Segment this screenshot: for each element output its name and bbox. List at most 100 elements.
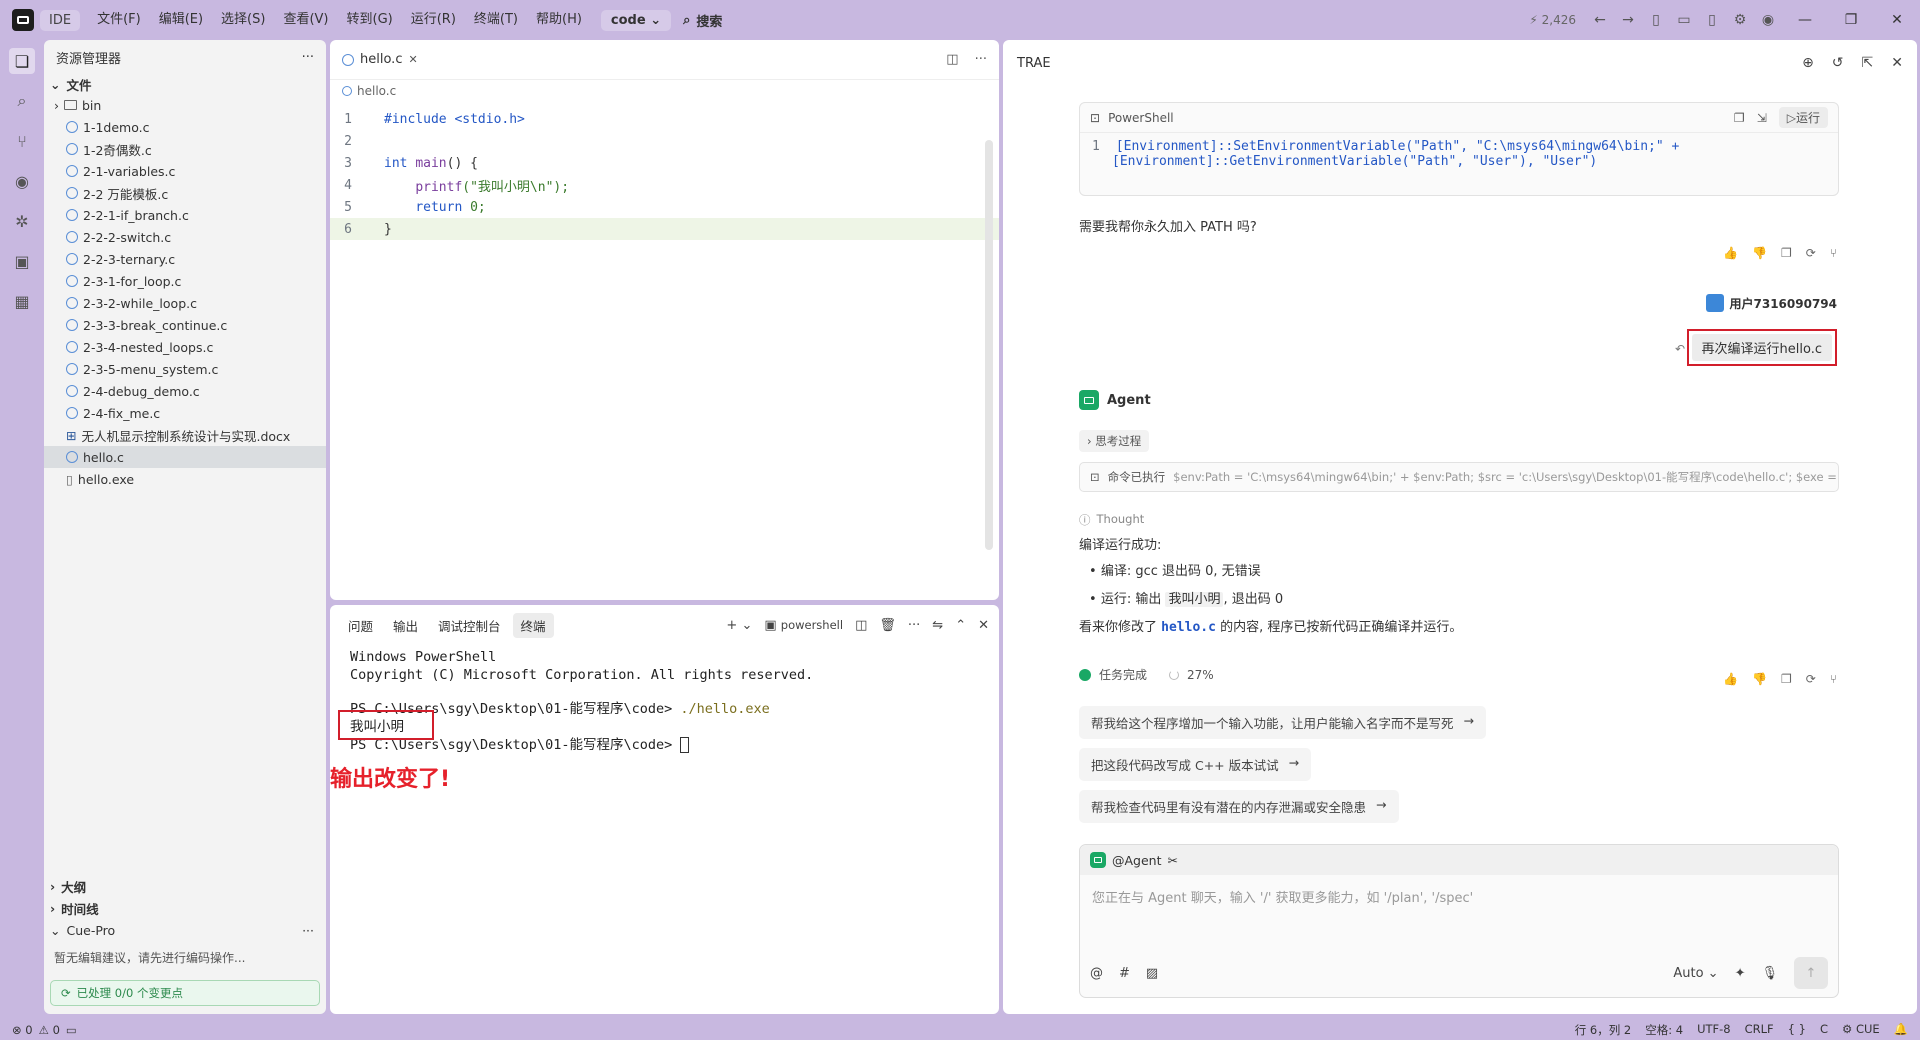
outline-section[interactable]: › 大纲: [44, 875, 326, 897]
source-control-icon[interactable]: ⑂: [9, 128, 35, 154]
cue-pro-section[interactable]: ⌄ Cue-Pro ···: [44, 919, 326, 941]
user-message[interactable]: 再次编译运行hello.c: [1691, 334, 1832, 361]
code-line[interactable]: 6}: [330, 218, 999, 240]
project-dropdown[interactable]: code ⌄: [600, 9, 672, 31]
terminal-tab-0[interactable]: 问题: [340, 613, 381, 638]
toggle-right-panel-icon[interactable]: ▯: [1698, 12, 1726, 28]
toggle-panel-icon[interactable]: ▭: [1670, 12, 1698, 28]
global-search[interactable]: ⌕ 搜索: [683, 11, 722, 30]
timeline-section[interactable]: › 时间线: [44, 897, 326, 919]
tree-item[interactable]: 2-1-variables.c: [44, 160, 326, 182]
tree-item[interactable]: 2-2-1-if_branch.c: [44, 204, 326, 226]
split-editor-icon[interactable]: ◫: [946, 52, 958, 67]
errors-indicator[interactable]: ⊗ 0: [12, 1023, 33, 1037]
send-button[interactable]: ↑: [1794, 957, 1828, 989]
suggestion-3[interactable]: 帮我检查代码里有没有潜在的内存泄漏或安全隐患 →: [1079, 790, 1399, 823]
menu-item-5[interactable]: 运行(R): [402, 0, 465, 40]
mention-icon[interactable]: @: [1090, 966, 1103, 981]
hash-icon[interactable]: #: [1119, 966, 1130, 981]
close-icon[interactable]: ✕: [1891, 55, 1903, 71]
regenerate-icon[interactable]: ⟳: [1806, 672, 1816, 686]
close-window-button[interactable]: ✕: [1874, 12, 1920, 28]
terminal-tab-2[interactable]: 调试控制台: [430, 613, 509, 638]
code-line[interactable]: 3 int main() {: [330, 152, 999, 174]
thumbs-down-icon[interactable]: 👎: [1752, 672, 1767, 686]
thumbs-up-icon[interactable]: 👍: [1723, 672, 1738, 686]
copy-icon[interactable]: ❐: [1734, 111, 1745, 125]
search-view-icon[interactable]: ⌕: [9, 88, 35, 114]
nav-forward-icon[interactable]: →: [1614, 12, 1642, 28]
breadcrumb[interactable]: hello.c: [330, 80, 999, 102]
editor-scrollbar[interactable]: [985, 140, 993, 550]
tree-item[interactable]: ▯ hello.exe: [44, 468, 326, 490]
close-panel-icon[interactable]: ✕: [978, 618, 989, 633]
more-actions-icon[interactable]: ···: [302, 50, 314, 65]
menu-item-3[interactable]: 查看(V): [274, 0, 337, 40]
mic-icon[interactable]: 🎙: [1761, 966, 1778, 981]
cursor-position[interactable]: 行 6，列 2: [1575, 1022, 1631, 1038]
indentation[interactable]: 空格: 4: [1645, 1022, 1683, 1038]
code-line[interactable]: 2: [330, 130, 999, 152]
tree-item[interactable]: › bin: [44, 94, 326, 116]
run-button[interactable]: ▷运行: [1778, 107, 1828, 128]
history-icon[interactable]: ↺: [1832, 55, 1844, 71]
tree-item[interactable]: 1-2奇偶数.c: [44, 138, 326, 160]
extensions-icon[interactable]: ▦: [9, 288, 35, 314]
more-actions-icon[interactable]: ···: [302, 923, 314, 938]
menu-item-1[interactable]: 编辑(E): [150, 0, 212, 40]
tree-item[interactable]: 1-1demo.c: [44, 116, 326, 138]
notifications-icon[interactable]: 🔔: [1894, 1022, 1908, 1038]
remote-icon[interactable]: ▣: [9, 248, 35, 274]
chat-input-placeholder[interactable]: 您正在与 Agent 聊天，输入 '/' 获取更多能力，如 '/plan', '…: [1080, 875, 1838, 918]
more-actions-icon[interactable]: ···: [908, 618, 920, 633]
tree-item[interactable]: 2-3-4-nested_loops.c: [44, 336, 326, 358]
tree-item[interactable]: 2-3-3-break_continue.c: [44, 314, 326, 336]
code-area[interactable]: 1 #include <stdio.h> 2 3 int main() {4 print…: [330, 102, 999, 240]
tree-item[interactable]: 2-2-3-ternary.c: [44, 248, 326, 270]
minimize-button[interactable]: —: [1782, 12, 1828, 28]
thumbs-up-icon[interactable]: 👍: [1723, 246, 1738, 260]
split-terminal-icon[interactable]: ◫: [855, 618, 867, 633]
restore-button[interactable]: ❐: [1828, 12, 1874, 28]
tree-item[interactable]: 2-4-fix_me.c: [44, 402, 326, 424]
encoding[interactable]: UTF-8: [1697, 1022, 1731, 1038]
ide-label[interactable]: IDE: [40, 9, 81, 31]
branch-icon[interactable]: ⑂: [1830, 246, 1837, 260]
settings-gear-icon[interactable]: ⚙: [1726, 12, 1754, 28]
tree-item[interactable]: 2-3-5-menu_system.c: [44, 358, 326, 380]
terminal-shell[interactable]: ▣ powershell: [764, 618, 843, 633]
add-terminal-icon[interactable]: + ⌄: [726, 618, 752, 633]
tree-item[interactable]: 2-3-1-for_loop.c: [44, 270, 326, 292]
code-line[interactable]: 5 return 0;: [330, 196, 999, 218]
model-selector[interactable]: Auto ⌄: [1673, 966, 1718, 981]
line-ending[interactable]: CRLF: [1745, 1022, 1774, 1038]
tree-item[interactable]: 2-2 万能模板.c: [44, 182, 326, 204]
copy-icon[interactable]: ❐: [1781, 672, 1792, 686]
warnings-indicator[interactable]: ⚠ 0: [39, 1023, 60, 1037]
settings-sliders-icon[interactable]: ⇋: [932, 618, 943, 633]
close-icon[interactable]: ✕: [408, 53, 417, 66]
copy-icon[interactable]: ❐: [1781, 246, 1792, 260]
suggestion-2[interactable]: 把这段代码改写成 C++ 版本试试 →: [1079, 748, 1312, 781]
account-icon[interactable]: ◉: [1754, 12, 1782, 28]
cue-status-item[interactable]: ⚙ CUE: [1842, 1022, 1880, 1038]
menu-item-6[interactable]: 终端(T): [465, 0, 527, 40]
chat-input[interactable]: @Agent ✂ 您正在与 Agent 聊天，输入 '/' 获取更多能力，如 '…: [1079, 844, 1839, 998]
tree-item[interactable]: 2-2-2-switch.c: [44, 226, 326, 248]
regenerate-icon[interactable]: ⟳: [1806, 246, 1816, 260]
code-line[interactable]: 1 #include <stdio.h>: [330, 108, 999, 130]
branch-icon[interactable]: ⑂: [1830, 672, 1837, 686]
image-icon[interactable]: ▨: [1146, 966, 1158, 981]
trash-icon[interactable]: 🗑: [879, 618, 896, 633]
maximize-panel-icon[interactable]: ⌃: [955, 618, 966, 633]
menu-item-7[interactable]: 帮助(H): [527, 0, 591, 40]
thinking-toggle[interactable]: › 思考过程: [1079, 430, 1150, 452]
insert-icon[interactable]: ⇲: [1757, 111, 1767, 125]
more-actions-icon[interactable]: ···: [975, 52, 987, 67]
code-line[interactable]: 4 printf("我叫小明\n");: [330, 174, 999, 196]
menu-item-2[interactable]: 选择(S): [212, 0, 274, 40]
nav-back-icon[interactable]: ←: [1586, 12, 1614, 28]
tree-item[interactable]: ⊞ 无人机显示控制系统设计与实现.docx: [44, 424, 326, 446]
braces-icon[interactable]: { }: [1788, 1022, 1806, 1038]
open-external-icon[interactable]: ⇱: [1862, 55, 1874, 71]
